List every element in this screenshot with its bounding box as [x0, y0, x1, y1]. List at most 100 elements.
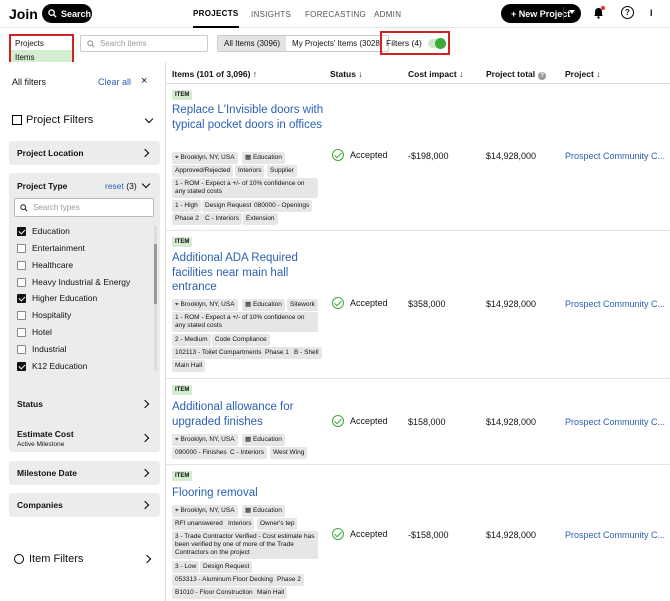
- tag: RFI unanswered: [172, 518, 226, 530]
- tag: West Wing: [270, 447, 308, 459]
- type-option-entertainment[interactable]: Entertainment: [17, 243, 85, 253]
- cost-impact-cell: $358,000: [408, 299, 446, 309]
- search-icon: [20, 203, 28, 212]
- tag: 3 - Trade Contractor Verified - Cost est…: [172, 531, 318, 559]
- item-title-link[interactable]: Additional ADA Required facilities near …: [172, 251, 327, 295]
- filter-estimate-cost[interactable]: Estimate Cost Active Milestone: [9, 424, 160, 452]
- tag: 102113 - Toilet Compartments: [172, 347, 265, 359]
- my-projects-items-tab[interactable]: My Projects' Items (3028): [286, 36, 388, 51]
- type-option-education[interactable]: Education: [17, 226, 70, 236]
- col-items[interactable]: Items (101 of 3,096) ↑: [172, 69, 257, 79]
- project-link[interactable]: Prospect Community C...: [565, 299, 665, 309]
- check-circle-icon: [332, 415, 344, 427]
- tag: Phase 2: [274, 574, 304, 586]
- checkbox[interactable]: [17, 243, 26, 253]
- nav-projects[interactable]: PROJECTS: [193, 0, 239, 28]
- app-logo[interactable]: Join: [9, 6, 38, 22]
- search-items-input[interactable]: Search items: [80, 35, 208, 52]
- col-cost-impact[interactable]: Cost impact ↓: [408, 69, 463, 79]
- nav-insights[interactable]: INSIGHTS: [251, 0, 291, 28]
- filter-label: Project Type: [17, 181, 68, 191]
- filter-project-location[interactable]: Project Location: [9, 141, 160, 165]
- filter-status[interactable]: Status: [9, 392, 160, 416]
- checkbox-checked[interactable]: [17, 361, 26, 371]
- col-status[interactable]: Status ↓: [330, 69, 363, 79]
- item-badge: ITEM: [172, 90, 193, 100]
- close-icon[interactable]: ×: [141, 75, 147, 87]
- project-total-cell: $14,928,000: [486, 417, 537, 427]
- col-project-total[interactable]: Project total?: [486, 69, 547, 80]
- filters-toggle[interactable]: Filters (4): [380, 31, 450, 55]
- info-icon[interactable]: ?: [538, 72, 547, 80]
- chevron-down-icon[interactable]: [144, 114, 154, 124]
- tag: Owner's tep: [257, 518, 298, 530]
- type-option-heavy-industrial[interactable]: Heavy Industrial & Energy: [17, 277, 130, 287]
- type-search-input[interactable]: Search types: [14, 198, 154, 217]
- type-option-industrial[interactable]: Industrial: [17, 344, 67, 354]
- checkbox[interactable]: [17, 277, 26, 287]
- tag: 1 - ROM - Expect a +/- of 10% confidence…: [172, 312, 318, 332]
- item-title-link[interactable]: Additional allowance for upgraded finish…: [172, 400, 327, 429]
- filter-label: Status: [17, 399, 43, 409]
- type-option-hotel[interactable]: Hotel: [17, 327, 52, 337]
- project-link[interactable]: Prospect Community C...: [565, 417, 665, 427]
- button-divider: [563, 7, 564, 20]
- cost-impact-cell: -$198,000: [408, 151, 449, 161]
- checkbox-checked[interactable]: [17, 226, 26, 236]
- nav-forecasting[interactable]: FORECASTING: [305, 0, 366, 28]
- tag: Interiors: [235, 165, 265, 177]
- new-project-button[interactable]: + New Project: [501, 4, 581, 23]
- type-list-scrollbar[interactable]: [154, 226, 157, 371]
- cost-impact-cell: $158,000: [408, 417, 446, 427]
- filters-switch[interactable]: [427, 37, 446, 49]
- status-cell: Accepted: [332, 149, 388, 161]
- item-title-link[interactable]: Replace L'Invisible doors with typical p…: [172, 103, 327, 132]
- all-items-tab[interactable]: All Items (3096): [218, 36, 287, 51]
- item-filters-header[interactable]: Item Filters: [14, 553, 83, 565]
- nav-admin[interactable]: ADMIN: [374, 0, 401, 28]
- tag-location: ⌖ Brooklyn, NY, USA: [172, 434, 238, 446]
- type-option-hospitality[interactable]: Hospitality: [17, 310, 71, 320]
- check-circle-icon: [332, 297, 344, 309]
- tag: Design Request: [200, 561, 253, 573]
- checkbox[interactable]: [17, 310, 26, 320]
- type-option-higher-education[interactable]: Higher Education: [17, 293, 97, 303]
- scrollbar-thumb[interactable]: [154, 244, 157, 304]
- items-scope-toggle: All Items (3096) My Projects' Items (302…: [217, 35, 390, 52]
- item-tags: ⌖ Brooklyn, NY, USA ▦ Education Sitework…: [172, 299, 327, 374]
- user-menu[interactable]: I: [650, 8, 653, 18]
- filter-companies[interactable]: Companies: [9, 493, 160, 517]
- chevron-down-icon[interactable]: [141, 179, 151, 189]
- chevron-right-icon[interactable]: [142, 554, 152, 564]
- checkbox[interactable]: [17, 327, 26, 337]
- new-project-label: + New Project: [511, 8, 571, 19]
- checkbox-checked[interactable]: [17, 293, 26, 303]
- cost-impact-cell: -$158,000: [408, 530, 449, 540]
- clear-all-link[interactable]: Clear all: [98, 77, 131, 87]
- checkbox[interactable]: [17, 260, 26, 270]
- filter-milestone-date[interactable]: Milestone Date: [9, 461, 160, 485]
- checkbox[interactable]: [17, 344, 26, 354]
- mode-option-projects[interactable]: Projects: [11, 36, 72, 50]
- tag: Extension: [243, 213, 278, 225]
- tag: 090000 - Finishes: [172, 447, 230, 459]
- help-icon[interactable]: ?: [621, 6, 634, 19]
- filter-label: Milestone Date: [17, 468, 77, 478]
- table-row[interactable]: ITEM Flooring removal ⌖ Brooklyn, NY, US…: [166, 465, 670, 601]
- table-row[interactable]: ITEM Additional ADA Required facilities …: [166, 231, 670, 379]
- col-project[interactable]: Project ↓: [565, 69, 600, 79]
- project-filters-header[interactable]: Project Filters: [12, 114, 93, 126]
- chevron-down-icon[interactable]: [569, 10, 575, 14]
- all-filters-heading: All filters: [12, 77, 47, 87]
- tag: Phase 1: [262, 347, 292, 359]
- reset-link[interactable]: reset (3): [105, 181, 137, 191]
- type-option-k12-education[interactable]: K12 Education: [17, 361, 87, 371]
- item-tags: ⌖ Brooklyn, NY, USA ▦ Education 090000 -…: [172, 434, 327, 459]
- item-title-link[interactable]: Flooring removal: [172, 486, 327, 501]
- table-row[interactable]: ITEM Replace L'Invisible doors with typi…: [166, 84, 670, 231]
- project-link[interactable]: Prospect Community C...: [565, 530, 665, 540]
- type-option-healthcare[interactable]: Healthcare: [17, 260, 73, 270]
- global-search-button[interactable]: Search: [42, 4, 92, 23]
- table-row[interactable]: ITEM Additional allowance for upgraded f…: [166, 379, 670, 465]
- project-link[interactable]: Prospect Community C...: [565, 151, 665, 161]
